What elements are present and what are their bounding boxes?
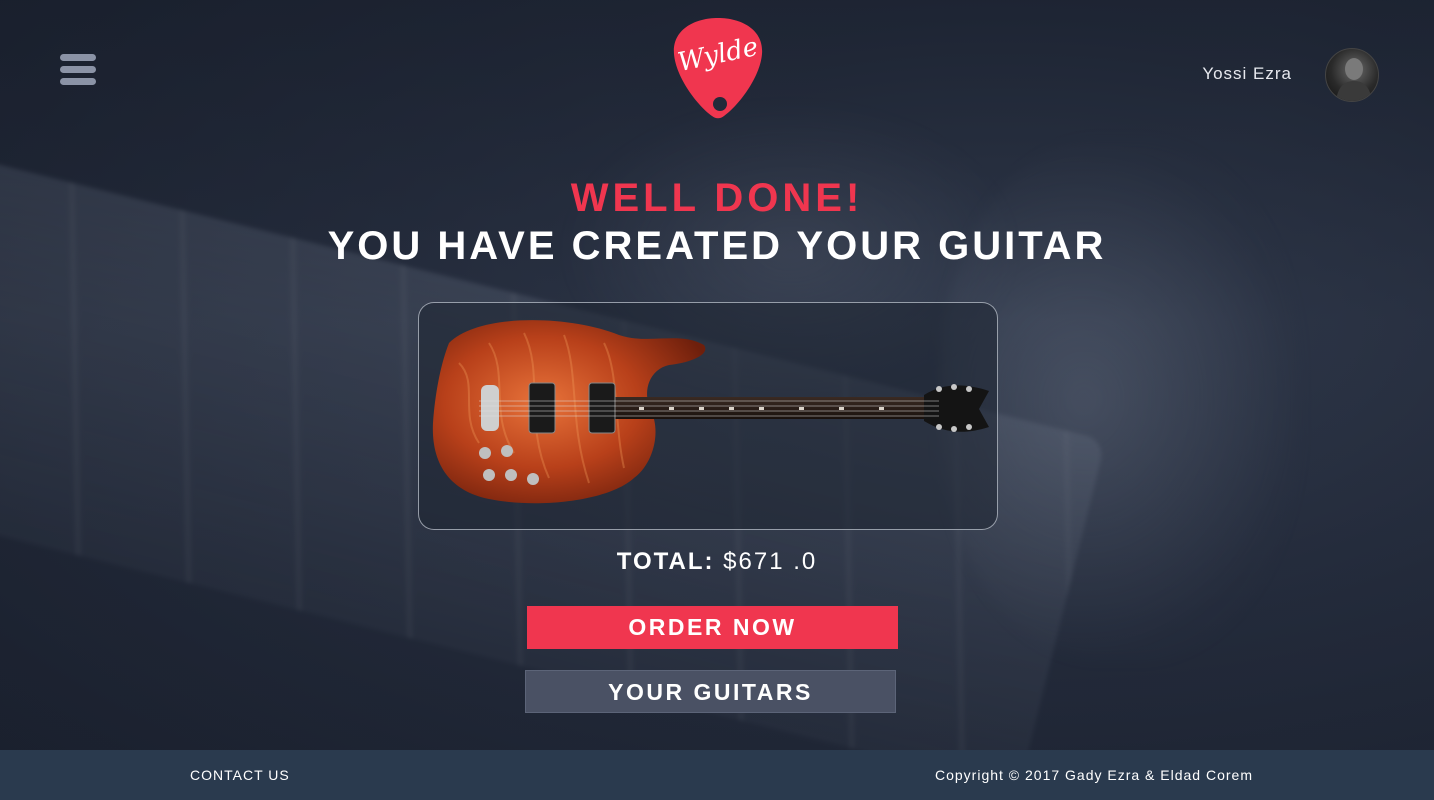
user-name[interactable]: Yossi Ezra (1150, 64, 1292, 84)
total-price: TOTAL: $671 .0 (0, 548, 1434, 576)
your-guitars-button[interactable]: YOUR GUITARS (525, 670, 896, 713)
user-photo-icon (1336, 58, 1372, 101)
copyright-text: Copyright © 2017 Gady Ezra & Eldad Corem (934, 767, 1253, 783)
hamburger-menu-icon[interactable] (60, 54, 96, 86)
guitar-preview (418, 302, 998, 530)
guitar-image (432, 320, 989, 504)
title-well-done: WELL DONE! (570, 176, 864, 220)
avatar[interactable] (1325, 48, 1379, 102)
logo[interactable]: Wylde (672, 16, 764, 120)
footer: CONTACT US Copyright © 2017 Gady Ezra & … (0, 750, 1434, 800)
title-created-guitar: YOU HAVE CREATED YOUR GUITAR (327, 224, 1107, 268)
contact-us-link[interactable]: CONTACT US (190, 767, 290, 783)
total-label: TOTAL: (616, 548, 715, 575)
order-now-button[interactable]: ORDER NOW (527, 606, 898, 649)
total-value: $671 .0 (723, 548, 818, 575)
